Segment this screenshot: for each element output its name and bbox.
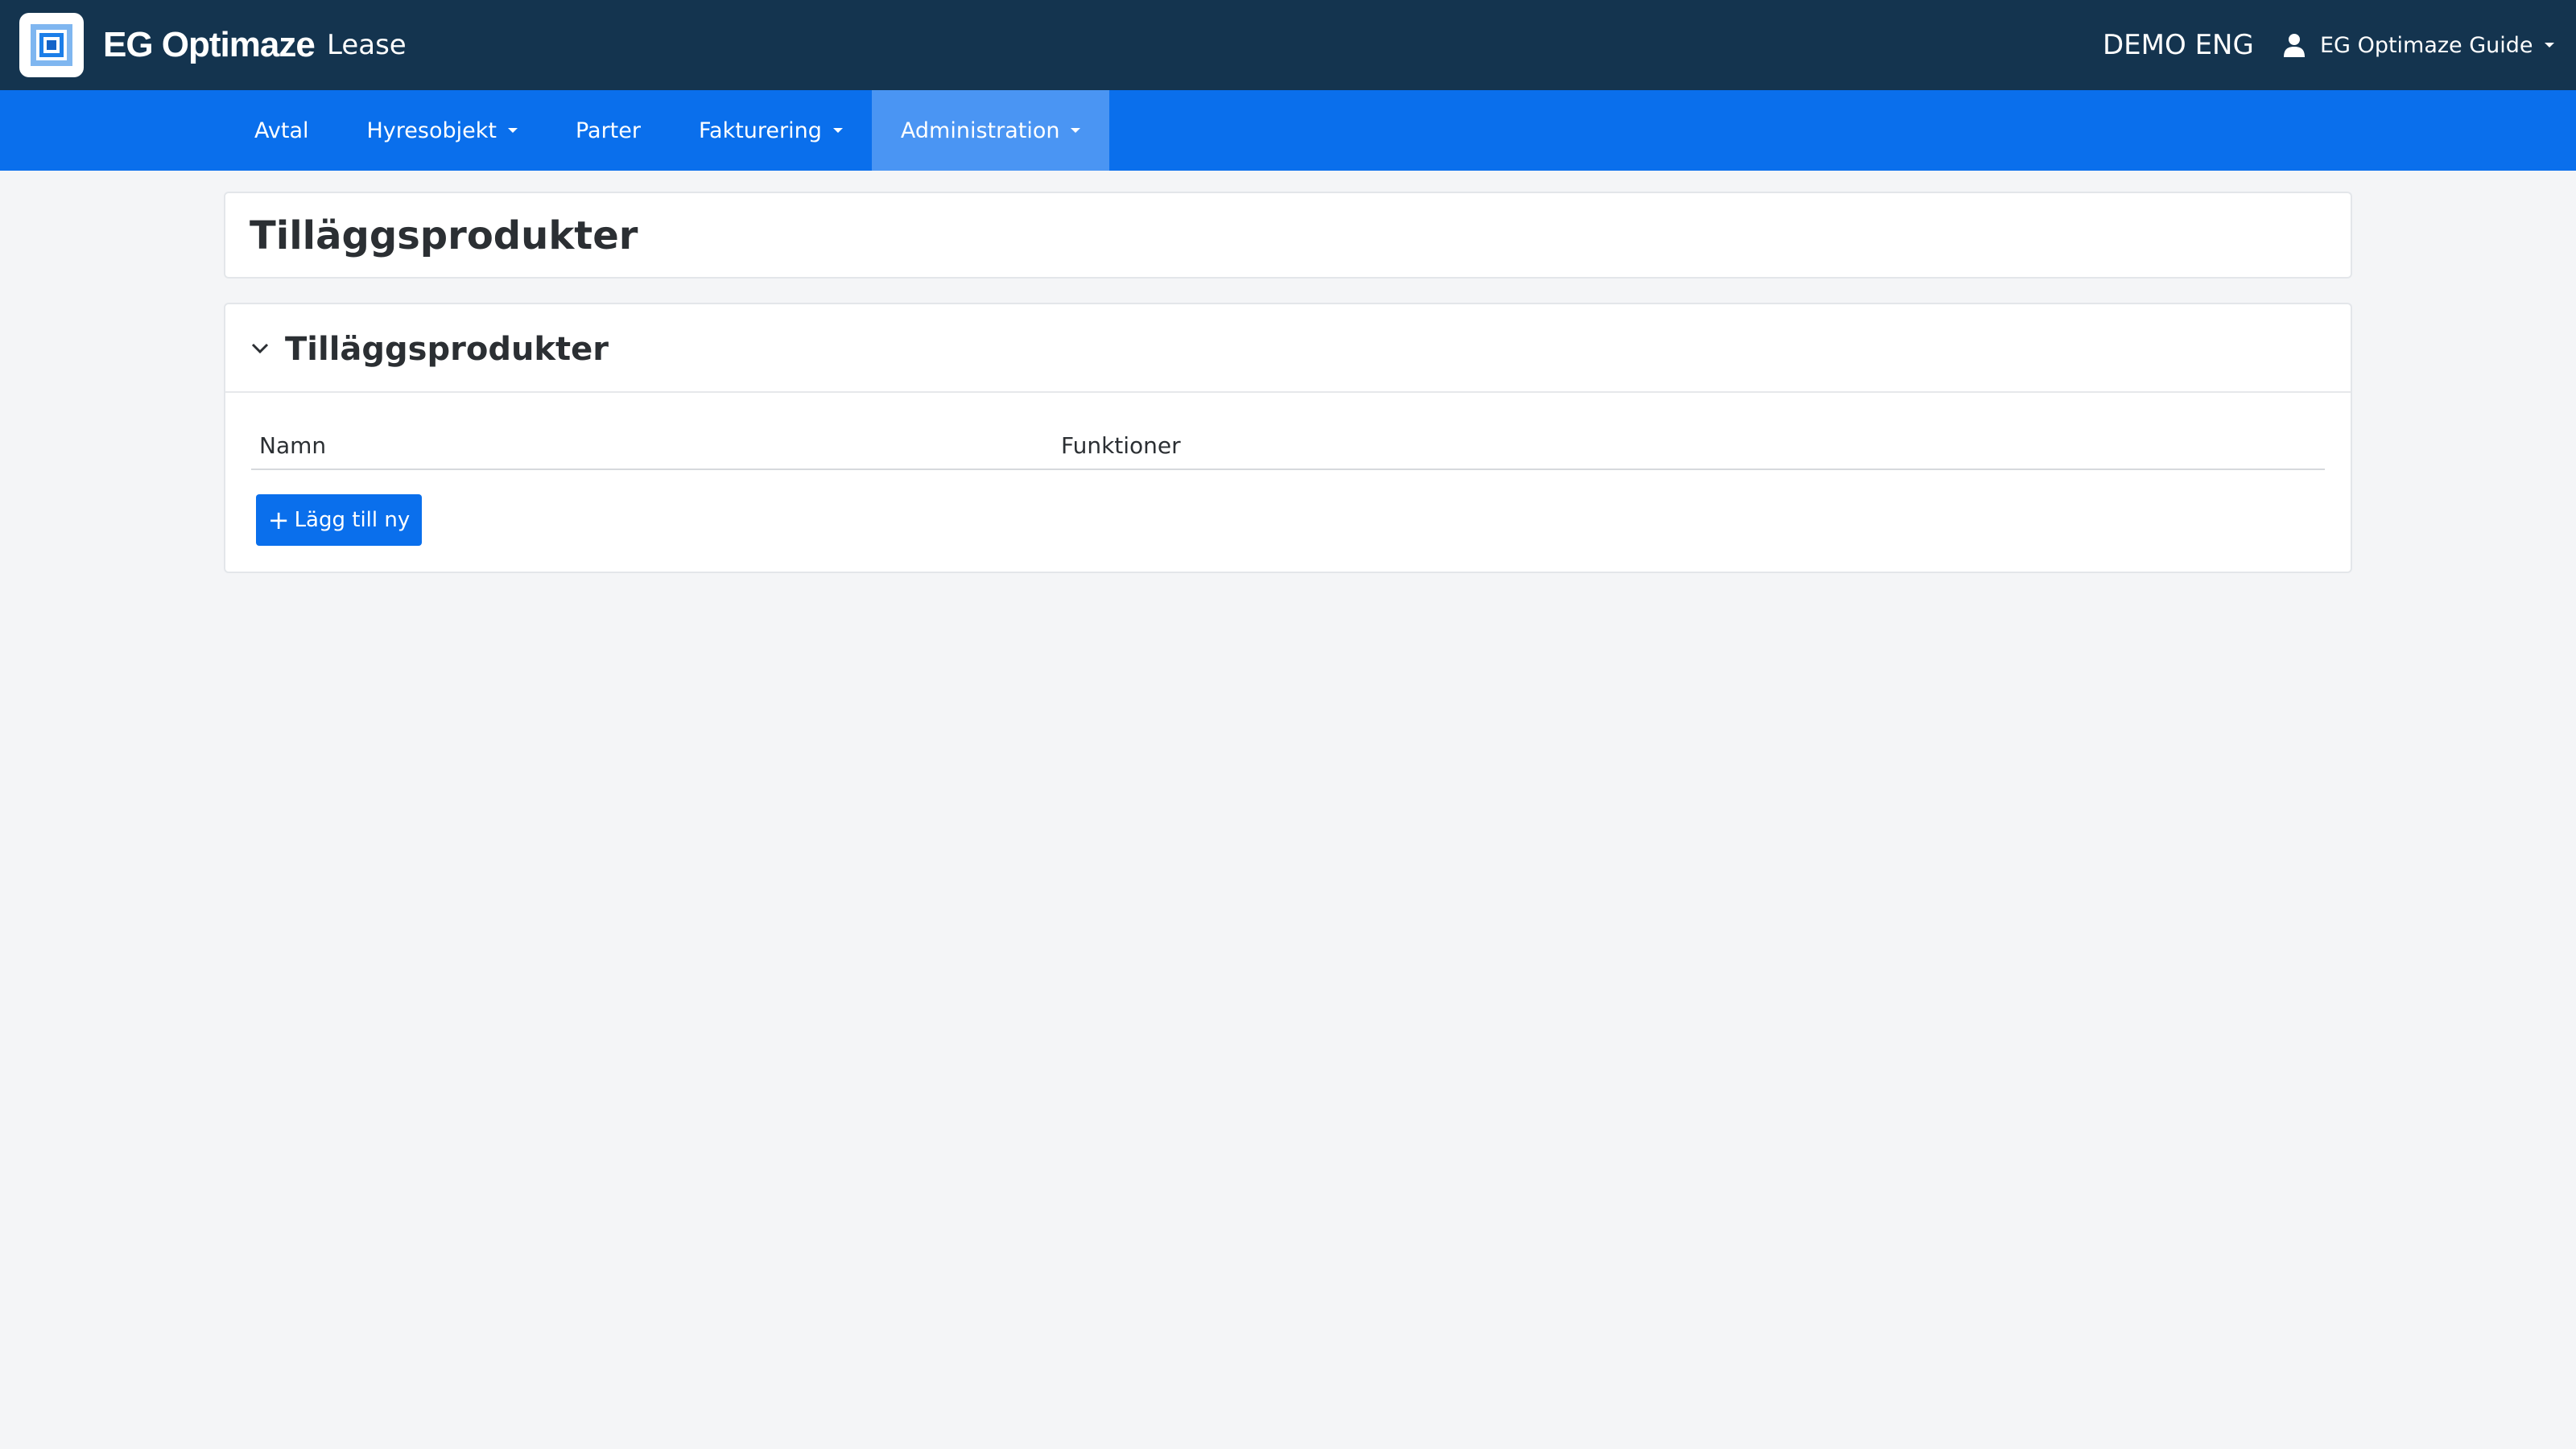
user-name: EG Optimaze Guide: [2320, 32, 2533, 58]
nav-item-fakturering[interactable]: Fakturering: [670, 90, 872, 171]
main-nav: Avtal Hyresobjekt Parter Fakturering Adm…: [0, 90, 2576, 171]
page-title-panel: Tilläggsprodukter: [224, 192, 2352, 279]
plus-icon: +: [267, 505, 290, 535]
nav-item-hyresobjekt[interactable]: Hyresobjekt: [338, 90, 547, 171]
page-title: Tilläggsprodukter: [250, 213, 638, 258]
top-header: EG Optimaze Lease DEMO ENG EG Optimaze G…: [0, 0, 2576, 90]
product-name: Lease: [327, 29, 407, 61]
brand-name[interactable]: EG Optimaze: [103, 21, 316, 69]
section-title: Tilläggsprodukter: [285, 331, 609, 368]
caret-down-icon: [2544, 43, 2554, 47]
app-logo[interactable]: [19, 13, 84, 77]
logo-square-icon: [31, 24, 72, 66]
nav-item-label: Avtal: [254, 118, 309, 143]
nav-item-avtal[interactable]: Avtal: [225, 90, 338, 171]
add-new-label: Lägg till ny: [294, 508, 411, 532]
add-new-button[interactable]: + Lägg till ny: [256, 494, 422, 546]
section-header-toggle[interactable]: Tilläggsprodukter: [225, 304, 2351, 393]
caret-down-icon: [507, 128, 518, 133]
organization-name: DEMO ENG: [2103, 29, 2254, 61]
nav-item-administration[interactable]: Administration: [871, 90, 1110, 171]
user-icon: [2284, 34, 2305, 57]
addon-products-panel: Tilläggsprodukter Namn Funktioner + Lägg…: [224, 303, 2352, 573]
chevron-down-icon: [251, 343, 269, 354]
caret-down-icon: [832, 128, 843, 133]
table-header-row: Namn Funktioner: [251, 425, 2325, 470]
nav-item-label: Administration: [900, 118, 1060, 143]
nav-item-parter[interactable]: Parter: [547, 90, 670, 171]
column-header-namn: Namn: [259, 432, 327, 459]
caret-down-icon: [1071, 128, 1081, 133]
nav-items: Avtal Hyresobjekt Parter Fakturering Adm…: [225, 90, 1110, 171]
column-header-funktioner: Funktioner: [1061, 432, 1181, 459]
nav-item-label: Hyresobjekt: [366, 118, 497, 143]
user-menu[interactable]: EG Optimaze Guide: [2283, 24, 2554, 66]
nav-item-label: Parter: [575, 118, 641, 143]
nav-item-label: Fakturering: [698, 118, 822, 143]
